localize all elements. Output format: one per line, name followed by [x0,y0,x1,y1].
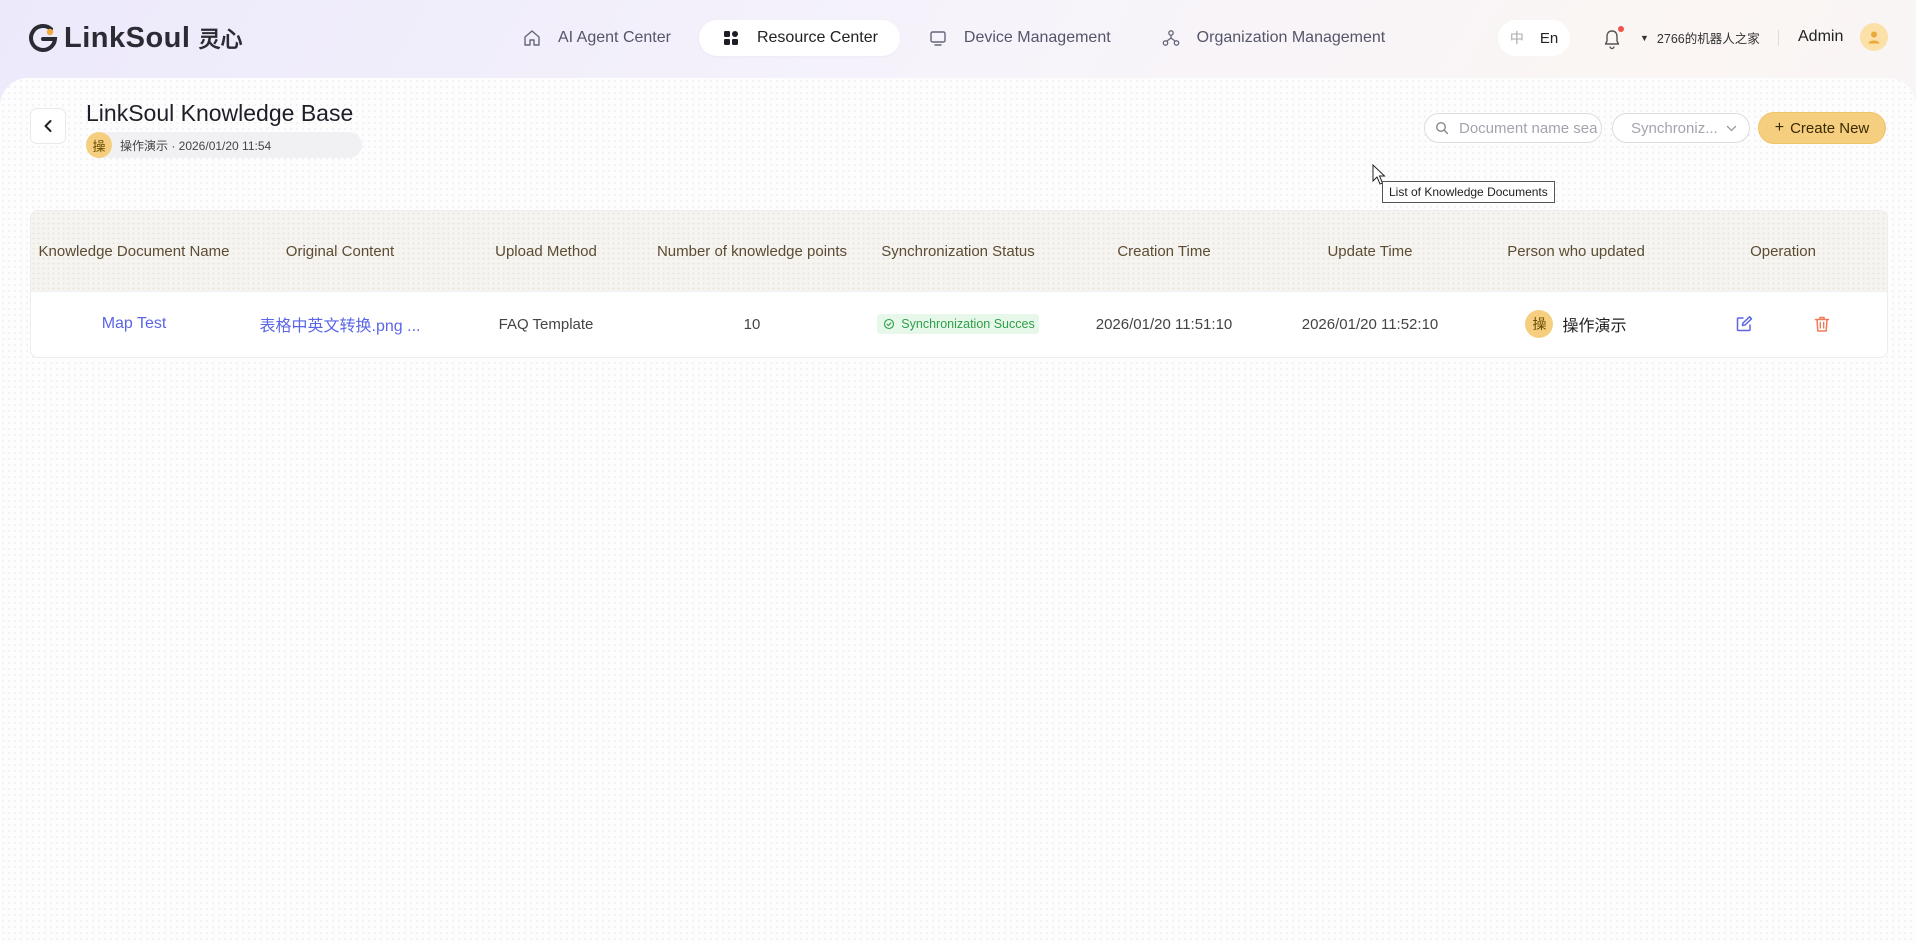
caret-down-icon: ▼ [1640,32,1649,43]
column-header: Creation Time [1117,242,1211,260]
tooltip: List of Knowledge Documents [1382,181,1555,203]
cell-original-content: 表格中英文转换.png ... [237,292,443,356]
lang-en-option[interactable]: En [1540,30,1558,47]
brand-logo[interactable]: LinkSoul 灵心 [28,20,242,56]
search-input[interactable] [1457,118,1601,138]
cell-sync-status: Synchronization Succes [855,292,1061,356]
column-header: Original Content [285,242,395,260]
column-header: Person who updated [1507,242,1645,260]
header-divider [1778,30,1779,46]
main-nav: AI Agent Center Resource Center Device M… [500,20,1413,56]
column-header: Update Time [1327,242,1413,260]
create-new-button[interactable]: + Create New [1758,112,1886,144]
table-row: Map Test 表格中英文转换.png ... FAQ Template 10… [31,291,1887,356]
main-panel: LinkSoul Knowledge Base 操 操作演示 · 2026/01… [0,78,1916,942]
user-icon [1868,31,1880,44]
original-content-link[interactable]: 表格中英文转换.png ... [260,312,421,336]
nav-label: Resource Center [756,29,878,46]
column-header: Knowledge Document Name [38,242,230,260]
org-tree-icon [1162,30,1180,46]
column-header: Synchronization Status [881,242,1035,260]
logo-mark-icon [29,23,58,52]
back-button[interactable] [30,108,66,144]
cell-creation-time: 2026/01/20 11:51:10 [1095,315,1233,333]
sync-filter-placeholder: Synchroniz... [1631,119,1718,137]
organization-selector[interactable]: ▼ 2766的机器人之家 [1640,28,1760,47]
knowledge-documents-table: Knowledge Document Name Original Content… [30,210,1888,358]
organization-name: 2766的机器人之家 [1656,32,1760,46]
sync-status-filter[interactable]: Synchroniz... [1612,113,1750,143]
nav-label: AI Agent Center [558,29,671,46]
cell-person-updated: 操 操作演示 [1473,292,1679,356]
document-search[interactable] [1424,113,1602,143]
page-meta: 操 操作演示 · 2026/01/20 11:54 [86,132,362,158]
nav-device-management[interactable]: Device Management [906,20,1133,56]
monitor-icon [930,31,946,46]
chevron-left-icon [44,120,52,132]
status-badge: Synchronization Succes [877,314,1039,334]
nav-resource-center[interactable]: Resource Center [698,20,900,56]
document-name-link[interactable]: Map Test [102,315,167,333]
delete-icon[interactable] [1813,315,1831,333]
nav-organization-management[interactable]: Organization Management [1139,20,1408,56]
brand-name-cn: 灵心 [198,27,243,52]
check-circle-icon [884,318,895,330]
cell-update-time: 2026/01/20 11:52:10 [1301,315,1439,333]
nav-ai-agent-center[interactable]: AI Agent Center [500,20,693,56]
plus-icon: + [1774,119,1785,136]
create-new-label: Create New [1790,119,1870,137]
language-switcher[interactable]: 中 En [1498,20,1570,56]
edit-icon[interactable] [1735,315,1753,333]
chevron-down-icon [1726,125,1737,132]
author-avatar: 操 [86,132,112,158]
person-avatar: 操 [1525,310,1554,338]
lang-zh-option[interactable]: 中 [1510,28,1524,48]
status-text: Synchronization Succes [901,317,1035,331]
top-bar: LinkSoul 灵心 AI Agent Center Resource Cen… [0,0,1916,78]
home-icon [524,30,540,46]
page-title: LinkSoul Knowledge Base [86,100,354,126]
cell-knowledge-points: 10 [743,315,761,333]
notification-dot [1618,26,1624,32]
search-icon [1435,121,1449,135]
user-avatar[interactable] [1860,23,1888,51]
cell-document-name: Map Test [31,292,237,356]
person-name: 操作演示 [1562,318,1627,335]
nav-label: Organization Management [1196,29,1386,46]
user-name[interactable]: Admin [1798,28,1843,46]
table-header: Knowledge Document Name Original Content… [31,211,1887,291]
cell-upload-method: FAQ Template [498,315,594,333]
column-header: Number of knowledge points [656,242,848,260]
grid-icon [723,31,738,45]
page-meta-text: 操作演示 · 2026/01/20 11:54 [120,138,272,153]
cell-operation [1679,292,1887,356]
brand-name: LinkSoul [64,21,191,54]
column-header: Upload Method [495,242,597,260]
nav-label: Device Management [963,29,1111,46]
column-header: Operation [1750,242,1816,260]
